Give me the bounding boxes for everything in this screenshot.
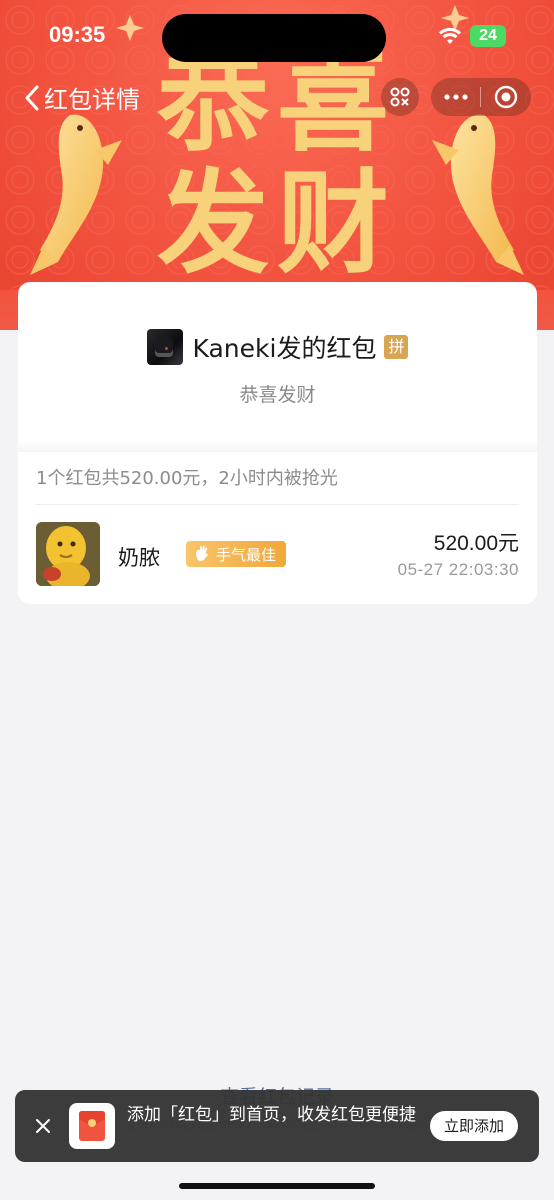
red-packet-app-icon — [69, 1103, 115, 1149]
sender-row: Kaneki发的红包 拼 — [18, 329, 537, 365]
status-bar: 09:35 24 — [0, 0, 554, 72]
mini-program-capsule — [431, 78, 531, 116]
battery-level: 24 — [479, 27, 497, 44]
packet-summary: 1个红包共520.00元，2小时内被抢光 — [36, 468, 338, 489]
more-dots-icon — [443, 94, 468, 100]
back-button[interactable]: 红包详情 — [24, 80, 140, 115]
wifi-icon — [439, 27, 461, 44]
scan-qr-icon — [390, 87, 410, 107]
section-divider — [18, 442, 537, 452]
add-now-button[interactable]: 立即添加 — [430, 1111, 518, 1141]
close-icon[interactable] — [31, 1114, 55, 1138]
group-packet-badge: 拼 — [384, 335, 409, 359]
received-amount: 520.00元 — [433, 532, 519, 555]
page-title: 红包详情 — [44, 86, 140, 114]
add-to-home-toast: 添加「红包」到首页，收发红包更便捷 立即添加 — [15, 1090, 539, 1162]
sender-avatar[interactable] — [146, 329, 183, 365]
hand-icon — [196, 545, 208, 561]
dynamic-island — [162, 14, 386, 62]
scan-button[interactable] — [381, 78, 419, 116]
received-time: 05-27 22:03:30 — [397, 560, 519, 579]
blessing-text: 恭喜发财 — [239, 384, 316, 406]
list-divider — [36, 504, 519, 505]
chevron-left-icon — [25, 85, 39, 110]
more-button[interactable] — [431, 78, 480, 116]
close-mini-program-button[interactable] — [481, 78, 530, 116]
home-indicator — [179, 1183, 375, 1189]
best-luck-badge: 手气最佳 — [186, 541, 287, 567]
sender-title: Kaneki发的红包 — [192, 334, 377, 363]
battery-icon: 24 — [470, 25, 506, 47]
banner-text-line2: 发财 — [157, 159, 397, 289]
best-luck-label: 手气最佳 — [216, 545, 277, 564]
target-close-icon — [494, 85, 517, 109]
red-envelope-icon — [79, 1111, 105, 1141]
toast-message: 添加「红包」到首页，收发红包更便捷 — [127, 1105, 416, 1125]
receiver-name: 奶脓 — [118, 546, 160, 570]
receiver-avatar[interactable] — [36, 522, 100, 586]
status-time: 09:35 — [49, 22, 106, 47]
red-packet-detail-card: Kaneki发的红包 拼 恭喜发财 1个红包共520.00元，2小时内被抢光 奶… — [18, 282, 537, 604]
receiver-avatar-image — [36, 522, 100, 586]
receiver-row[interactable]: 奶脓 手气最佳 520.00元 05-27 22:03:30 — [36, 522, 519, 586]
